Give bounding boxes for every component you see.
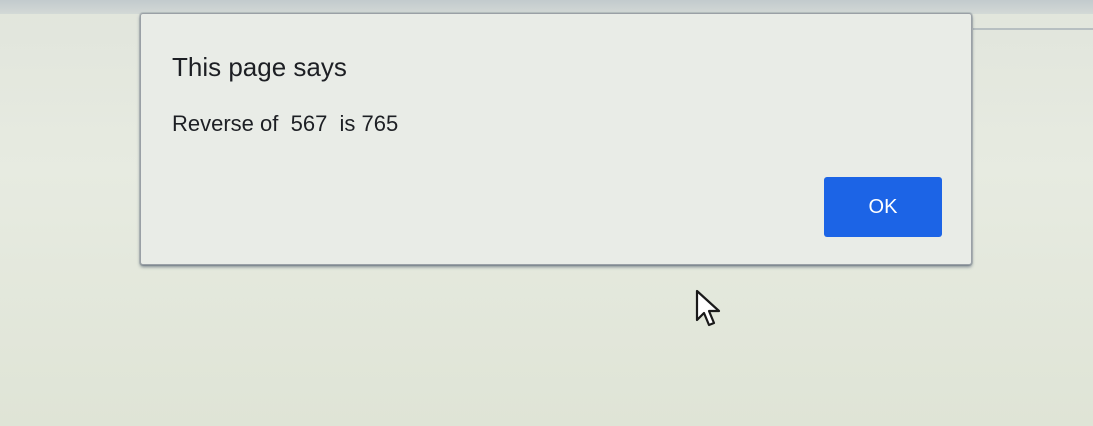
page-top-strip: [0, 0, 1093, 14]
mouse-pointer-icon: [695, 289, 721, 327]
page-divider: [973, 28, 1093, 30]
dialog-title: This page says: [172, 52, 347, 82]
ok-button[interactable]: OK: [824, 177, 942, 237]
alert-dialog: This page says Reverse of 567 is 765 OK: [140, 13, 972, 265]
dialog-message: Reverse of 567 is 765: [172, 111, 399, 136]
